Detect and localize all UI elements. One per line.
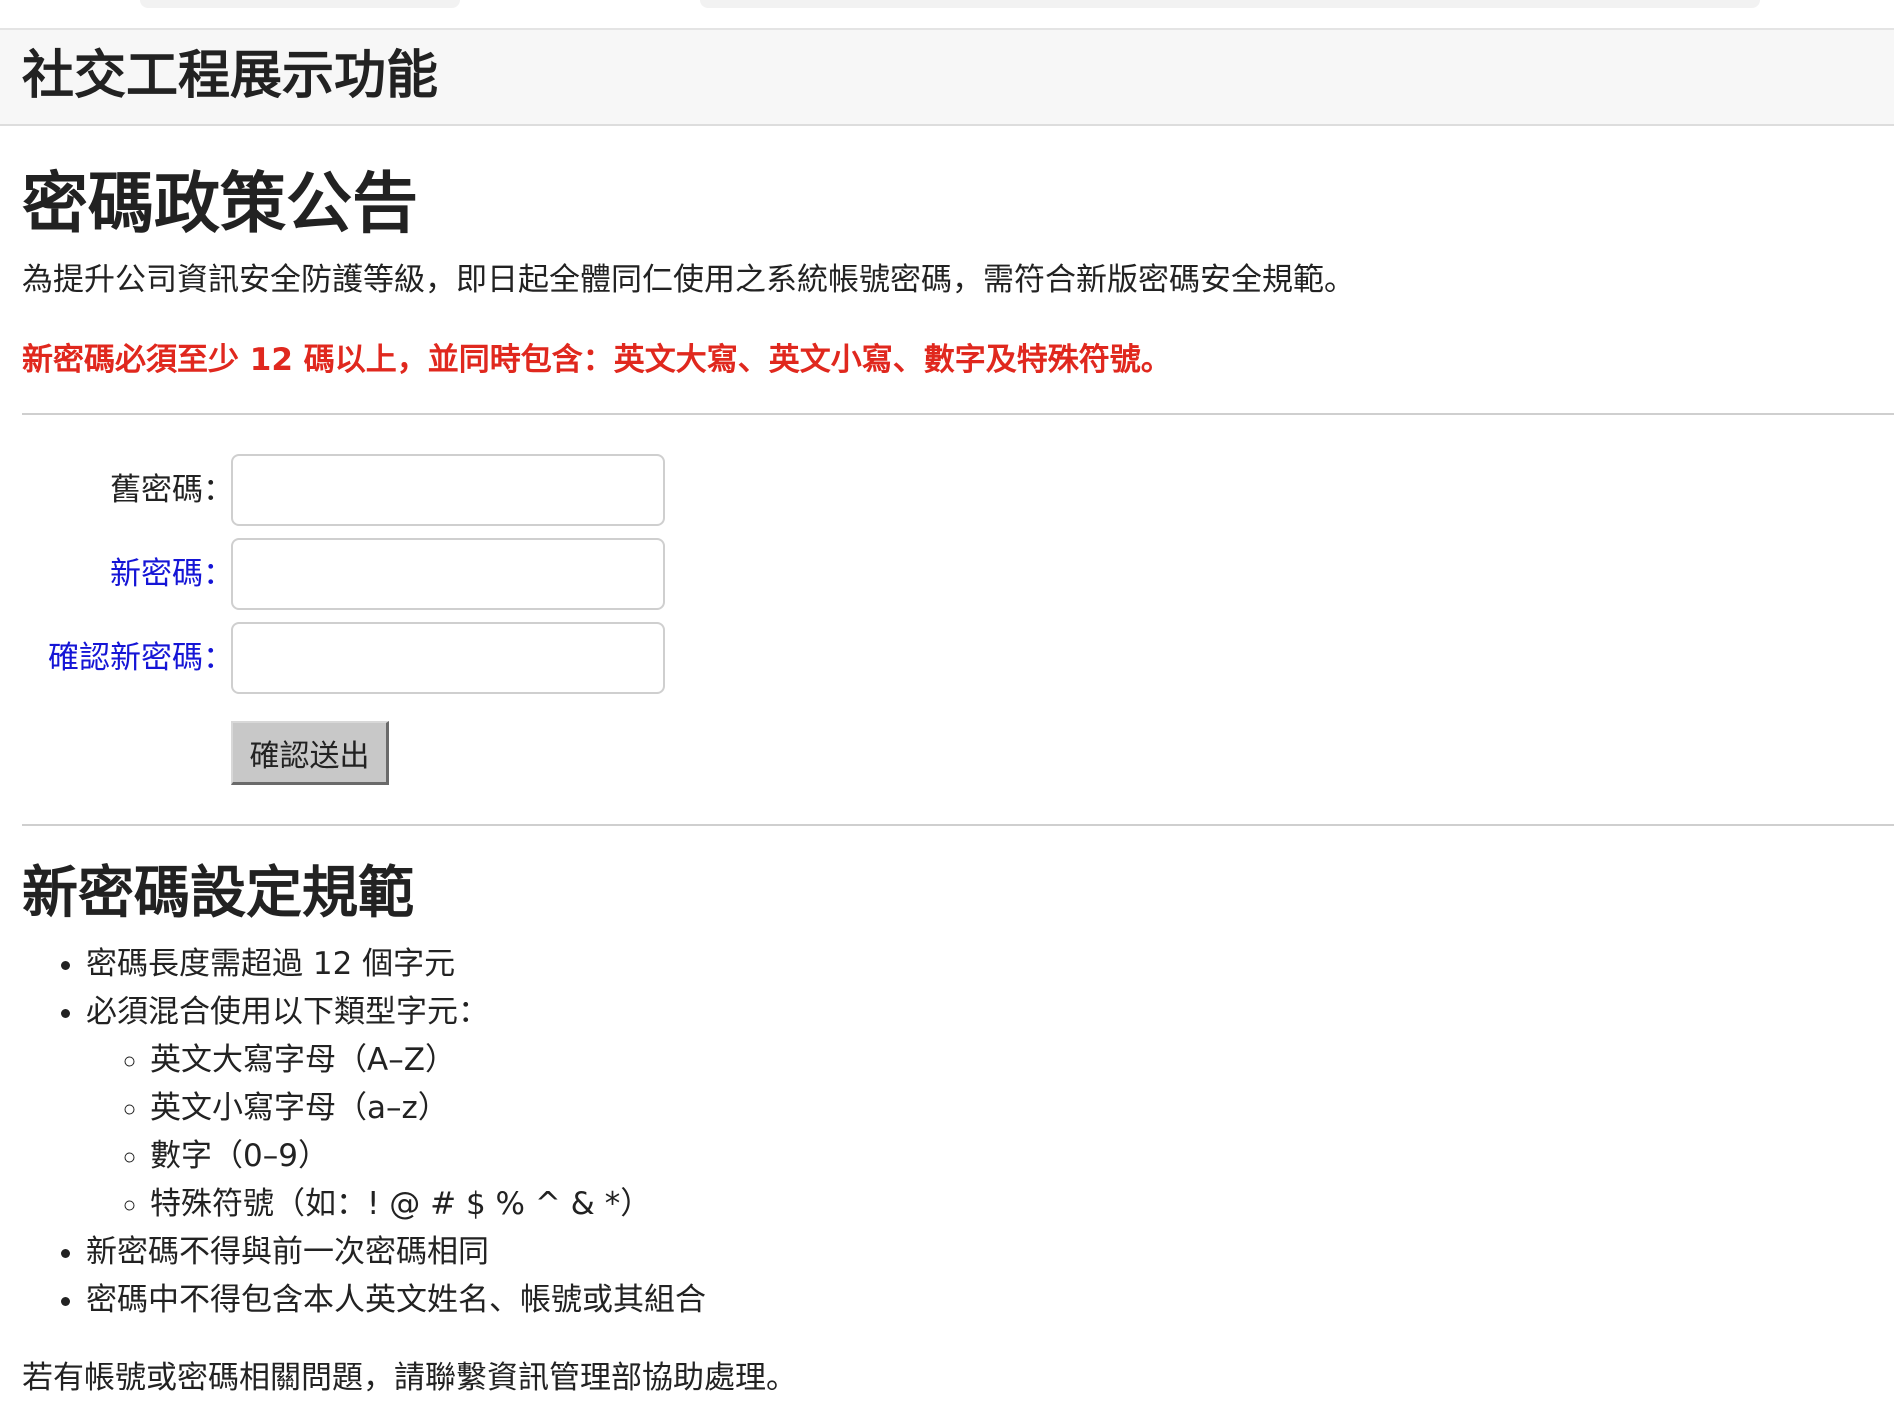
old-password-row: 舊密碼： (22, 454, 722, 526)
rule-sub-item: 英文大寫字母（A–Z） (150, 1036, 706, 1084)
old-password-label: 舊密碼： (110, 472, 234, 508)
rule-sub-item: 英文小寫字母（a–z） (150, 1084, 706, 1132)
rule-item: 密碼中不得包含本人英文姓名、帳號或其組合 (86, 1276, 706, 1324)
contact-note: 若有帳號或密碼相關問題，請聯繫資訊管理部協助處理。 (22, 1360, 797, 1396)
confirm-password-label: 確認新密碼： (48, 640, 234, 676)
blurred-bar-left (140, 0, 460, 8)
new-password-label: 新密碼： (110, 556, 234, 592)
rules-list: 密碼長度需超過 12 個字元 必須混合使用以下類型字元： 英文大寫字母（A–Z）… (22, 940, 706, 1324)
submit-button[interactable]: 確認送出 (231, 721, 389, 785)
rule-item-text: 必須混合使用以下類型字元： (86, 994, 489, 1030)
blurred-bar-right (700, 0, 1760, 8)
browser-top-strip (0, 0, 1894, 30)
confirm-password-row: 確認新密碼： (22, 622, 722, 694)
rule-item: 必須混合使用以下類型字元： 英文大寫字母（A–Z） 英文小寫字母（a–z） 數字… (86, 988, 706, 1228)
divider (22, 824, 1894, 826)
rule-sub-item: 數字（0–9） (150, 1132, 706, 1180)
site-title: 社交工程展示功能 (22, 46, 439, 106)
old-password-input[interactable] (231, 454, 665, 526)
password-requirement-warning: 新密碼必須至少 12 碼以上，並同時包含：英文大寫、英文小寫、數字及特殊符號。 (22, 342, 1172, 378)
character-types-list: 英文大寫字母（A–Z） 英文小寫字母（a–z） 數字（0–9） 特殊符號（如：!… (86, 1036, 706, 1228)
new-password-row: 新密碼： (22, 538, 722, 610)
confirm-password-input[interactable] (231, 622, 665, 694)
rule-sub-item: 特殊符號（如：! @ # $ % ^ & *） (150, 1180, 706, 1228)
intro-text: 為提升公司資訊安全防護等級，即日起全體同仁使用之系統帳號密碼，需符合新版密碼安全… (22, 262, 1355, 298)
rule-item: 新密碼不得與前一次密碼相同 (86, 1228, 706, 1276)
new-password-input[interactable] (231, 538, 665, 610)
rules-heading: 新密碼設定規範 (22, 861, 414, 926)
rule-item: 密碼長度需超過 12 個字元 (86, 940, 706, 988)
divider (22, 413, 1894, 415)
page-heading: 密碼政策公告 (22, 165, 418, 242)
site-header: 社交工程展示功能 (0, 30, 1894, 126)
